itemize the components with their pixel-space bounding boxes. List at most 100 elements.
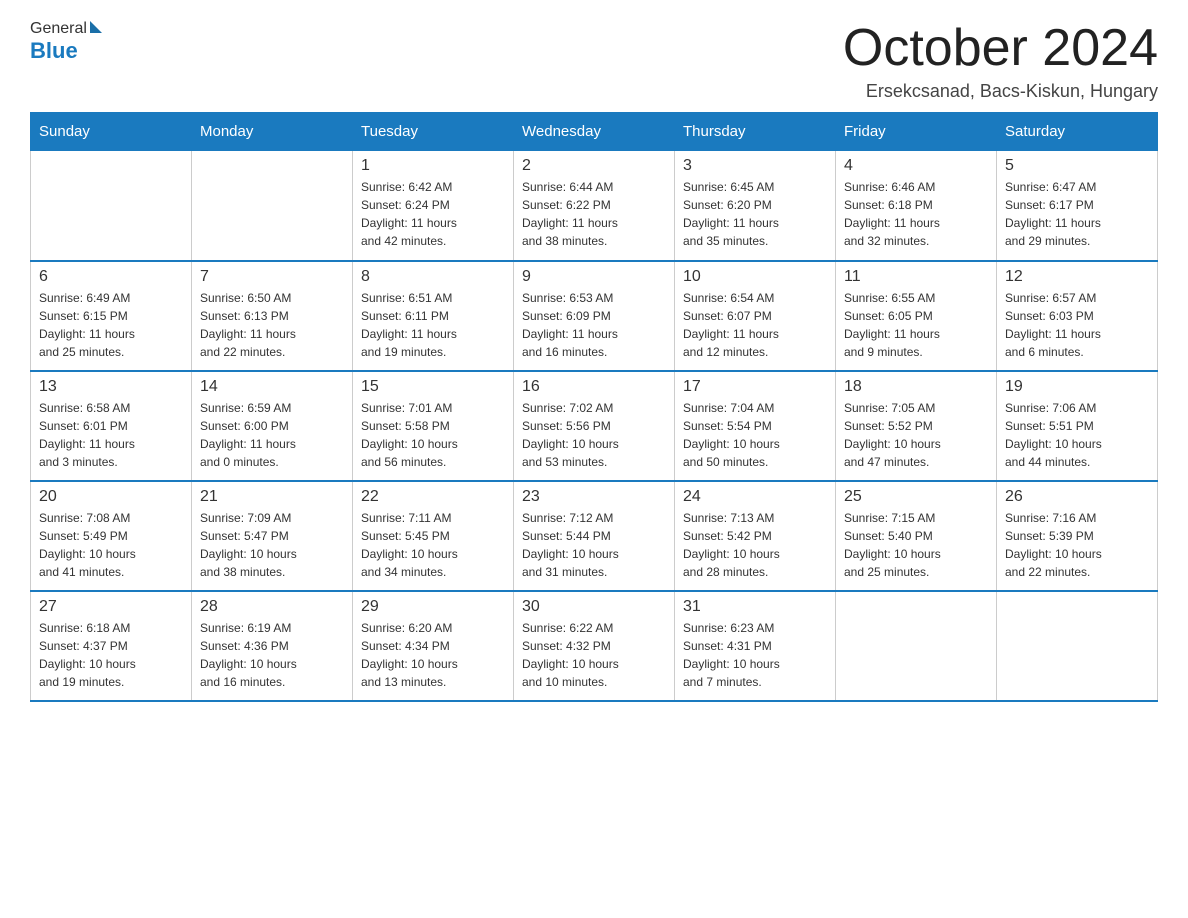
calendar-cell: 8 Sunrise: 6:51 AM Sunset: 6:11 PM Daylig… (353, 261, 514, 371)
day-info: Sunrise: 6:57 AM Sunset: 6:03 PM Dayligh… (1005, 289, 1149, 361)
calendar-cell: 2 Sunrise: 6:44 AM Sunset: 6:22 PM Daylig… (514, 151, 675, 261)
week-row-3: 13Sunrise: 6:58 AM Sunset: 6:01 PM Dayli… (31, 371, 1158, 481)
calendar-cell (997, 591, 1158, 701)
day-number: 14 (200, 378, 344, 396)
day-info: Sunrise: 6:42 AM Sunset: 6:24 PM Dayligh… (361, 178, 505, 250)
calendar-cell: 24 Sunrise: 7:13 AM Sunset: 5:42 PM Dayli… (675, 481, 836, 591)
day-info: Sunrise: 6:22 AM Sunset: 4:32 PM Dayligh… (522, 619, 666, 691)
calendar-header: SundayMondayTuesdayWednesdayThursdayFrid… (31, 113, 1158, 151)
calendar-cell: 10Sunrise: 6:54 AM Sunset: 6:07 PM Dayli… (675, 261, 836, 371)
day-number: 8 (361, 268, 505, 286)
day-number: 11 (844, 268, 988, 286)
day-info: Sunrise: 7:09 AM Sunset: 5:47 PM Dayligh… (200, 509, 344, 581)
week-row-2: 6 Sunrise: 6:49 AM Sunset: 6:15 PM Daylig… (31, 261, 1158, 371)
calendar-cell: 16Sunrise: 7:02 AM Sunset: 5:56 PM Dayli… (514, 371, 675, 481)
calendar-cell: 12 Sunrise: 6:57 AM Sunset: 6:03 PM Dayli… (997, 261, 1158, 371)
day-number: 26 (1005, 488, 1149, 506)
day-info: Sunrise: 6:44 AM Sunset: 6:22 PM Dayligh… (522, 178, 666, 250)
day-info: Sunrise: 7:05 AM Sunset: 5:52 PM Dayligh… (844, 399, 988, 471)
calendar-cell (31, 151, 192, 261)
header-cell-saturday: Saturday (997, 113, 1158, 151)
calendar-cell: 25 Sunrise: 7:15 AM Sunset: 5:40 PM Dayli… (836, 481, 997, 591)
week-row-1: 1 Sunrise: 6:42 AM Sunset: 6:24 PM Daylig… (31, 151, 1158, 261)
calendar-cell: 3Sunrise: 6:45 AM Sunset: 6:20 PM Daylig… (675, 151, 836, 261)
day-info: Sunrise: 7:01 AM Sunset: 5:58 PM Dayligh… (361, 399, 505, 471)
day-info: Sunrise: 7:12 AM Sunset: 5:44 PM Dayligh… (522, 509, 666, 581)
calendar-cell: 21 Sunrise: 7:09 AM Sunset: 5:47 PM Dayli… (192, 481, 353, 591)
day-info: Sunrise: 7:15 AM Sunset: 5:40 PM Dayligh… (844, 509, 988, 581)
day-number: 24 (683, 488, 827, 506)
calendar-cell: 17 Sunrise: 7:04 AM Sunset: 5:54 PM Dayli… (675, 371, 836, 481)
day-number: 6 (39, 268, 183, 286)
day-number: 12 (1005, 268, 1149, 286)
calendar-cell: 9 Sunrise: 6:53 AM Sunset: 6:09 PM Daylig… (514, 261, 675, 371)
day-info: Sunrise: 6:23 AM Sunset: 4:31 PM Dayligh… (683, 619, 827, 691)
week-row-5: 27Sunrise: 6:18 AM Sunset: 4:37 PM Dayli… (31, 591, 1158, 701)
day-number: 17 (683, 378, 827, 396)
day-info: Sunrise: 7:08 AM Sunset: 5:49 PM Dayligh… (39, 509, 183, 581)
day-info: Sunrise: 6:49 AM Sunset: 6:15 PM Dayligh… (39, 289, 183, 361)
day-info: Sunrise: 7:04 AM Sunset: 5:54 PM Dayligh… (683, 399, 827, 471)
day-info: Sunrise: 7:06 AM Sunset: 5:51 PM Dayligh… (1005, 399, 1149, 471)
day-info: Sunrise: 7:02 AM Sunset: 5:56 PM Dayligh… (522, 399, 666, 471)
day-number: 2 (522, 157, 666, 175)
month-title: October 2024 (843, 20, 1158, 77)
day-number: 20 (39, 488, 183, 506)
day-number: 1 (361, 157, 505, 175)
calendar-cell: 27Sunrise: 6:18 AM Sunset: 4:37 PM Dayli… (31, 591, 192, 701)
day-info: Sunrise: 6:45 AM Sunset: 6:20 PM Dayligh… (683, 178, 827, 250)
calendar-cell: 22Sunrise: 7:11 AM Sunset: 5:45 PM Dayli… (353, 481, 514, 591)
day-info: Sunrise: 7:13 AM Sunset: 5:42 PM Dayligh… (683, 509, 827, 581)
logo: General Blue (30, 20, 102, 64)
calendar-cell: 31Sunrise: 6:23 AM Sunset: 4:31 PM Dayli… (675, 591, 836, 701)
calendar-cell: 13Sunrise: 6:58 AM Sunset: 6:01 PM Dayli… (31, 371, 192, 481)
logo-blue-text: Blue (30, 38, 78, 63)
logo-arrow-icon (90, 21, 102, 33)
calendar-cell: 18 Sunrise: 7:05 AM Sunset: 5:52 PM Dayli… (836, 371, 997, 481)
header-cell-friday: Friday (836, 113, 997, 151)
calendar-cell: 5 Sunrise: 6:47 AM Sunset: 6:17 PM Daylig… (997, 151, 1158, 261)
calendar-cell: 7 Sunrise: 6:50 AM Sunset: 6:13 PM Daylig… (192, 261, 353, 371)
day-info: Sunrise: 7:16 AM Sunset: 5:39 PM Dayligh… (1005, 509, 1149, 581)
calendar-cell: 28Sunrise: 6:19 AM Sunset: 4:36 PM Dayli… (192, 591, 353, 701)
day-number: 21 (200, 488, 344, 506)
day-info: Sunrise: 6:20 AM Sunset: 4:34 PM Dayligh… (361, 619, 505, 691)
header-row: SundayMondayTuesdayWednesdayThursdayFrid… (31, 113, 1158, 151)
calendar-cell: 20 Sunrise: 7:08 AM Sunset: 5:49 PM Dayli… (31, 481, 192, 591)
header-cell-wednesday: Wednesday (514, 113, 675, 151)
calendar-cell: 19 Sunrise: 7:06 AM Sunset: 5:51 PM Dayli… (997, 371, 1158, 481)
day-number: 22 (361, 488, 505, 506)
header-cell-tuesday: Tuesday (353, 113, 514, 151)
header-cell-monday: Monday (192, 113, 353, 151)
calendar-cell: 30 Sunrise: 6:22 AM Sunset: 4:32 PM Dayli… (514, 591, 675, 701)
day-number: 9 (522, 268, 666, 286)
day-number: 19 (1005, 378, 1149, 396)
calendar-table: SundayMondayTuesdayWednesdayThursdayFrid… (30, 112, 1158, 702)
calendar-body: 1 Sunrise: 6:42 AM Sunset: 6:24 PM Daylig… (31, 151, 1158, 701)
title-section: October 2024 Ersekcsanad, Bacs-Kiskun, H… (843, 20, 1158, 102)
day-number: 23 (522, 488, 666, 506)
day-info: Sunrise: 6:59 AM Sunset: 6:00 PM Dayligh… (200, 399, 344, 471)
week-row-4: 20 Sunrise: 7:08 AM Sunset: 5:49 PM Dayli… (31, 481, 1158, 591)
day-number: 5 (1005, 157, 1149, 175)
day-info: Sunrise: 6:53 AM Sunset: 6:09 PM Dayligh… (522, 289, 666, 361)
day-number: 28 (200, 598, 344, 616)
calendar-cell: 23 Sunrise: 7:12 AM Sunset: 5:44 PM Dayli… (514, 481, 675, 591)
day-info: Sunrise: 6:54 AM Sunset: 6:07 PM Dayligh… (683, 289, 827, 361)
calendar-cell: 15 Sunrise: 7:01 AM Sunset: 5:58 PM Dayli… (353, 371, 514, 481)
day-info: Sunrise: 6:47 AM Sunset: 6:17 PM Dayligh… (1005, 178, 1149, 250)
day-info: Sunrise: 6:55 AM Sunset: 6:05 PM Dayligh… (844, 289, 988, 361)
day-number: 25 (844, 488, 988, 506)
day-number: 13 (39, 378, 183, 396)
day-number: 15 (361, 378, 505, 396)
day-number: 30 (522, 598, 666, 616)
day-info: Sunrise: 6:50 AM Sunset: 6:13 PM Dayligh… (200, 289, 344, 361)
page-header: General Blue October 2024 Ersekcsanad, B… (30, 20, 1158, 102)
day-info: Sunrise: 6:46 AM Sunset: 6:18 PM Dayligh… (844, 178, 988, 250)
calendar-cell: 11 Sunrise: 6:55 AM Sunset: 6:05 PM Dayli… (836, 261, 997, 371)
day-info: Sunrise: 6:51 AM Sunset: 6:11 PM Dayligh… (361, 289, 505, 361)
day-number: 29 (361, 598, 505, 616)
day-number: 27 (39, 598, 183, 616)
day-number: 7 (200, 268, 344, 286)
day-number: 18 (844, 378, 988, 396)
